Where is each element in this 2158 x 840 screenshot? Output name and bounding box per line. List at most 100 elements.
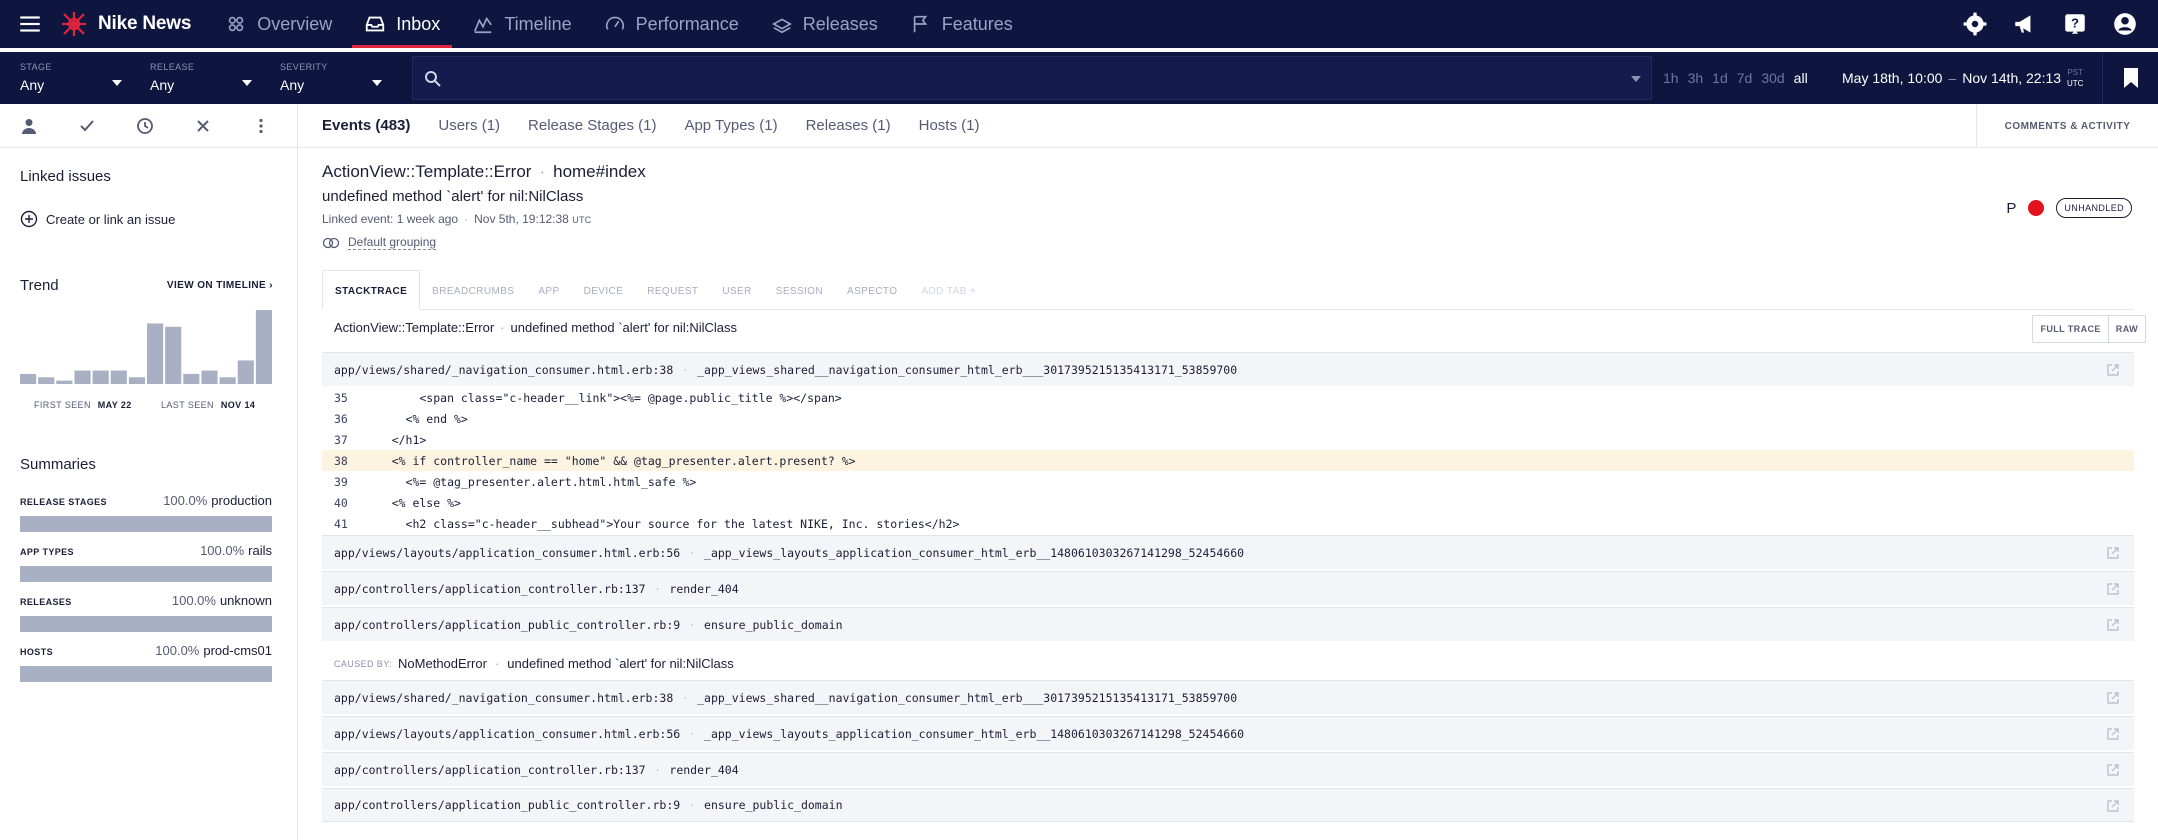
trend-bar[interactable] [74, 370, 91, 384]
trend-bar[interactable] [20, 373, 37, 384]
timezone-toggle[interactable]: PST UTC [2067, 67, 2083, 89]
grouping-link[interactable]: Default grouping [322, 235, 437, 250]
tab-user[interactable]: USER [710, 269, 763, 309]
range-7d[interactable]: 7d [1737, 70, 1753, 86]
more-button[interactable] [232, 104, 290, 148]
summary-release-stages[interactable]: RELEASE STAGES 100.0% production [20, 493, 272, 532]
linked-event[interactable]: Linked event: 1 week ago [322, 212, 458, 226]
stack-frame[interactable]: app/controllers/application_public_contr… [322, 607, 2134, 641]
view-on-timeline-link[interactable]: VIEW ON TIMELINE › [167, 280, 273, 291]
trend-bar[interactable] [255, 310, 272, 384]
stack-frame[interactable]: app/views/layouts/application_consumer.h… [322, 535, 2134, 569]
search-input[interactable] [412, 56, 1652, 100]
stack-frame[interactable]: app/views/shared/_navigation_consumer.ht… [322, 352, 2134, 386]
tab-session[interactable]: SESSION [764, 269, 835, 309]
ignore-button[interactable] [174, 104, 232, 148]
external-link-icon[interactable] [2106, 618, 2120, 632]
project-switcher[interactable]: Nike News [60, 0, 191, 48]
trend-bar[interactable] [219, 377, 236, 384]
nav-overview[interactable]: Overview [213, 0, 344, 48]
external-link-icon[interactable] [2106, 363, 2120, 377]
nav-timeline[interactable]: Timeline [460, 0, 583, 48]
trend-bar[interactable] [201, 370, 218, 384]
error-title: ActionView::Template::Error · home#index [322, 162, 646, 182]
stack-frame[interactable]: app/controllers/application_controller.r… [322, 752, 2134, 786]
trend-bar[interactable] [128, 377, 145, 384]
tab-app-types[interactable]: App Types (1) [684, 117, 777, 134]
tab-hosts[interactable]: Hosts (1) [919, 117, 980, 134]
severity-filter[interactable]: SEVERITY Any [260, 52, 390, 104]
create-link-issue-button[interactable]: Create or link an issue [20, 210, 175, 228]
chevron-down-icon[interactable] [1631, 76, 1641, 82]
code-text: <% end %> [364, 411, 468, 426]
tab-stacktrace[interactable]: STACKTRACE [322, 270, 421, 310]
priority-letter: P [2006, 199, 2017, 217]
trend-bar[interactable] [92, 370, 109, 384]
comments-activity-button[interactable]: COMMENTS & ACTIVITY [1976, 104, 2158, 148]
nav-features[interactable]: Features [898, 0, 1025, 48]
trend-bar[interactable] [38, 377, 55, 384]
snooze-button[interactable] [116, 104, 174, 148]
frame-file: app/views/shared/_navigation_consumer.ht… [334, 362, 674, 377]
summary-pct: 100.0% [155, 643, 200, 658]
gear-icon[interactable] [1962, 11, 1988, 37]
tab-request[interactable]: REQUEST [635, 269, 710, 309]
range-all[interactable]: all [1794, 70, 1808, 86]
user-account-icon[interactable] [2112, 11, 2138, 37]
nav-inbox-label: Inbox [396, 13, 441, 34]
tab-releases[interactable]: Releases (1) [806, 117, 891, 134]
menu-icon[interactable] [0, 0, 60, 48]
bookmark-button[interactable] [2102, 52, 2158, 104]
announcement-icon[interactable] [2012, 11, 2038, 37]
external-link-icon[interactable] [2106, 691, 2120, 705]
range-1h[interactable]: 1h [1663, 70, 1679, 86]
nav-releases[interactable]: Releases [759, 0, 890, 48]
raw-button[interactable]: RAW [2107, 316, 2145, 342]
code-text: <h2 class="c-header__subhead">Your sourc… [364, 516, 960, 531]
summary-releases[interactable]: RELEASES 100.0% unknown [20, 593, 272, 632]
tab-device[interactable]: DEVICE [572, 269, 636, 309]
external-link-icon[interactable] [2106, 763, 2120, 777]
add-tab-button[interactable]: ADD TAB + [909, 269, 988, 309]
external-link-icon[interactable] [2106, 546, 2120, 560]
range-30d[interactable]: 30d [1761, 70, 1784, 86]
summary-hosts[interactable]: HOSTS 100.0% prod-cms01 [20, 643, 272, 682]
gauge-icon [605, 16, 624, 30]
nav-inbox[interactable]: Inbox [352, 0, 453, 48]
trace-view-toggle: FULL TRACE RAW [2032, 315, 2146, 343]
range-3h[interactable]: 3h [1688, 70, 1704, 86]
stack-frame[interactable]: app/views/shared/_navigation_consumer.ht… [322, 680, 2134, 714]
tab-breadcrumbs[interactable]: BREADCRUMBS [420, 269, 526, 309]
stage-filter[interactable]: STAGE Any [0, 52, 130, 104]
trend-bar[interactable] [165, 326, 182, 384]
separator-dot: · [690, 546, 695, 559]
assign-button[interactable] [0, 104, 58, 148]
help-icon[interactable]: ? [2062, 11, 2088, 37]
external-link-icon[interactable] [2106, 727, 2120, 741]
trend-bar[interactable] [147, 323, 164, 384]
tab-aspecto[interactable]: ASPECTO [835, 269, 909, 309]
date-range[interactable]: May 18th, 10:00 – Nov 14th, 22:13 [1842, 52, 2061, 104]
trend-bar[interactable] [110, 370, 127, 384]
full-trace-button[interactable]: FULL TRACE [2033, 316, 2107, 342]
stack-frame[interactable]: app/controllers/application_public_contr… [322, 788, 2134, 822]
summary-app-types[interactable]: APP TYPES 100.0% rails [20, 543, 272, 582]
summary-key: RELEASES [20, 597, 72, 607]
tab-users[interactable]: Users (1) [438, 117, 500, 134]
trend-bar[interactable] [237, 360, 254, 384]
trend-bar[interactable] [183, 373, 200, 384]
separator-dot: · [464, 212, 469, 226]
nav-performance[interactable]: Performance [592, 0, 751, 48]
external-link-icon[interactable] [2106, 582, 2120, 596]
fix-button[interactable] [58, 104, 116, 148]
stack-frame[interactable]: app/controllers/application_controller.r… [322, 571, 2134, 605]
tab-app[interactable]: APP [526, 269, 571, 309]
external-link-icon[interactable] [2106, 799, 2120, 813]
range-1d[interactable]: 1d [1712, 70, 1728, 86]
tab-release-stages[interactable]: Release Stages (1) [528, 117, 656, 134]
release-filter[interactable]: RELEASE Any [130, 52, 260, 104]
tab-events[interactable]: Events (483) [322, 117, 410, 134]
trend-bar[interactable] [56, 380, 73, 384]
frame-method: render_404 [669, 581, 739, 596]
stack-frame[interactable]: app/views/layouts/application_consumer.h… [322, 716, 2134, 750]
